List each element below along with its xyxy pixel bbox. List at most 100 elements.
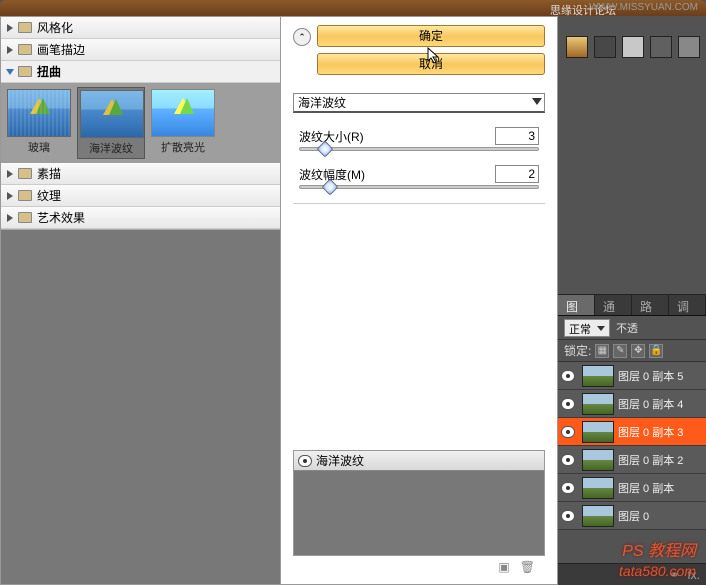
filter-select-value: 海洋波纹 (298, 96, 346, 110)
swatch[interactable] (566, 36, 588, 58)
ripple-size-input[interactable]: 3 (495, 127, 539, 145)
tab-channels[interactable]: 通道 (595, 295, 632, 315)
layer-thumbnail (582, 505, 614, 527)
tree-label: 扭曲 (37, 63, 61, 80)
thumb-label: 海洋波纹 (80, 140, 142, 156)
tab-paths[interactable]: 路径 (632, 295, 669, 315)
app-side-area: 图层 通道 路径 调整 正常 不透 锁定: ▦ ✎ ✥ 🔒 图层 0 副本 5 图… (558, 16, 706, 585)
new-effect-icon[interactable]: ▣ (498, 560, 509, 574)
layer-row[interactable]: 图层 0 副本 3 (558, 418, 706, 446)
blend-mode-select[interactable]: 正常 (564, 319, 610, 337)
window-titlebar: 思缘设计论坛 WWW.MISSYUAN.COM (0, 0, 706, 16)
lock-brush-icon[interactable]: ✎ (613, 344, 627, 358)
layer-name: 图层 0 副本 4 (618, 396, 706, 412)
layer-thumbnail (582, 365, 614, 387)
stack-item[interactable]: 海洋波纹 (294, 451, 544, 471)
layer-thumbnail (582, 449, 614, 471)
layer-row[interactable]: 图层 0 副本 4 (558, 390, 706, 418)
chevron-right-icon (5, 45, 15, 55)
folder-icon (18, 168, 32, 179)
layer-name: 图层 0 副本 (618, 480, 706, 496)
ripple-size-slider[interactable] (299, 147, 539, 151)
layer-name: 图层 0 副本 2 (618, 452, 706, 468)
ok-button[interactable]: 确定 (317, 25, 545, 47)
chevron-right-icon (5, 23, 15, 33)
tab-layers[interactable]: 图层 (558, 295, 595, 315)
swatch[interactable] (678, 36, 700, 58)
filter-select[interactable]: 海洋波纹 (293, 93, 545, 113)
eye-icon[interactable] (558, 482, 578, 494)
stack-item-label: 海洋波纹 (316, 452, 364, 469)
swatch[interactable] (650, 36, 672, 58)
ripple-size-group: 波纹大小(R) 3 (293, 127, 545, 151)
eye-icon[interactable] (558, 454, 578, 466)
tree-item-texture[interactable]: 纹理 (1, 185, 280, 207)
tab-adjust[interactable]: 调整 (669, 295, 706, 315)
tree-item-sketch[interactable]: 素描 (1, 163, 280, 185)
layer-row[interactable]: 图层 0 副本 5 (558, 362, 706, 390)
folder-icon (18, 22, 32, 33)
lock-label: 锁定: (564, 342, 591, 359)
layer-name: 图层 0 (618, 508, 706, 524)
filter-tree-panel: 风格化 画笔描边 扭曲 玻璃 海洋波纹 (1, 17, 281, 584)
ripple-magnitude-group: 波纹幅度(M) 2 (293, 165, 545, 189)
panel-tabs: 图层 通道 路径 调整 (558, 294, 706, 316)
tree-item-stylize[interactable]: 风格化 (1, 17, 280, 39)
blend-mode-row: 正常 不透 (558, 316, 706, 340)
layer-row[interactable]: 图层 0 (558, 502, 706, 530)
divider (293, 203, 545, 204)
ripple-size-label: 波纹大小(R) (299, 128, 364, 145)
chevron-down-icon (5, 67, 15, 77)
eye-icon[interactable] (558, 426, 578, 438)
empty-area (1, 230, 280, 584)
folder-icon (18, 66, 32, 77)
tree-label: 纹理 (37, 187, 61, 204)
tree-item-brush[interactable]: 画笔描边 (1, 39, 280, 61)
forum-url: WWW.MISSYUAN.COM (589, 2, 698, 13)
filter-options-panel: ⌃ 确定 取消 海洋波纹 波纹大小(R) 3 (281, 17, 557, 584)
chevron-right-icon (5, 191, 15, 201)
watermark-url: tata580.com (619, 563, 696, 579)
lock-row: 锁定: ▦ ✎ ✥ 🔒 (558, 340, 706, 362)
thumb-diffuse-glow[interactable]: 扩散亮光 (149, 87, 217, 159)
filter-gallery-dialog: 风格化 画笔描边 扭曲 玻璃 海洋波纹 (0, 16, 558, 585)
thumb-label: 玻璃 (7, 139, 71, 155)
tree-label: 素描 (37, 165, 61, 182)
watermark: PS 教程网 (622, 537, 696, 561)
lock-move-icon[interactable]: ✥ (631, 344, 645, 358)
chevron-right-icon (5, 169, 15, 179)
ripple-magnitude-input[interactable]: 2 (495, 165, 539, 183)
eye-icon[interactable] (558, 510, 578, 522)
folder-icon (18, 190, 32, 201)
eye-icon[interactable] (558, 398, 578, 410)
thumb-ocean-ripple[interactable]: 海洋波纹 (77, 87, 145, 159)
layer-thumbnail (582, 477, 614, 499)
eye-icon[interactable] (558, 370, 578, 382)
layer-row[interactable]: 图层 0 副本 2 (558, 446, 706, 474)
lock-all-icon[interactable]: 🔒 (649, 344, 663, 358)
chevron-right-icon (5, 213, 15, 223)
filter-thumbnail-row: 玻璃 海洋波纹 扩散亮光 (1, 83, 280, 163)
layer-name: 图层 0 副本 3 (618, 424, 706, 440)
layer-thumbnail (582, 421, 614, 443)
folder-icon (18, 44, 32, 55)
lock-transparency-icon[interactable]: ▦ (595, 344, 609, 358)
swatch[interactable] (594, 36, 616, 58)
swatch-row (566, 36, 700, 58)
filter-category-tree: 风格化 画笔描边 扭曲 玻璃 海洋波纹 (1, 17, 280, 230)
tree-item-distort[interactable]: 扭曲 (1, 61, 280, 83)
ripple-magnitude-slider[interactable] (299, 185, 539, 189)
thumb-label: 扩散亮光 (151, 139, 215, 155)
folder-icon (18, 212, 32, 223)
tree-item-artistic[interactable]: 艺术效果 (1, 207, 280, 229)
layer-row[interactable]: 图层 0 副本 (558, 474, 706, 502)
tree-label: 画笔描边 (37, 41, 85, 58)
swatch[interactable] (622, 36, 644, 58)
tree-label: 艺术效果 (37, 209, 85, 226)
trash-icon[interactable]: 🗑 (520, 560, 535, 574)
collapse-toggle-icon[interactable]: ⌃ (293, 28, 311, 46)
eye-icon[interactable] (298, 455, 312, 467)
cancel-button[interactable]: 取消 (317, 53, 545, 75)
thumb-glass[interactable]: 玻璃 (5, 87, 73, 159)
layer-thumbnail (582, 393, 614, 415)
